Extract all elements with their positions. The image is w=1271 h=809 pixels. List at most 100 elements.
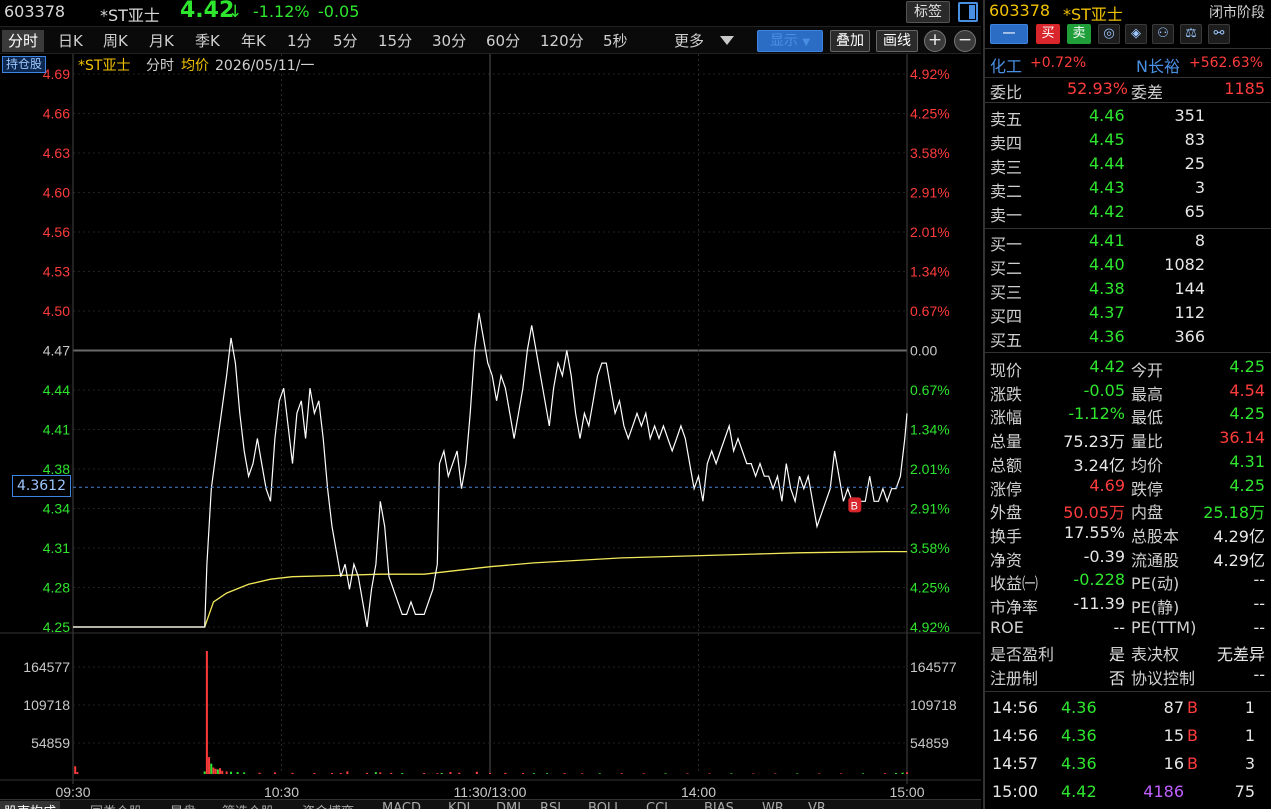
- indicator-tab[interactable]: DMI: [496, 801, 521, 809]
- volume-bar: [390, 772, 393, 774]
- volume-bar: [205, 651, 208, 774]
- volume-bar: [906, 772, 908, 774]
- tab-more[interactable]: 更多: [674, 30, 704, 52]
- display-button[interactable]: 显示 ▼: [757, 30, 823, 52]
- bid-row[interactable]: 买二 4.40 1082: [985, 254, 1271, 278]
- stat-row: 总额 3.24亿 均价 4.31: [985, 451, 1271, 475]
- indicator-tab[interactable]: 同类个股: [90, 801, 142, 809]
- indicator-tab[interactable]: CCI: [646, 801, 668, 809]
- bid-price: 4.41: [1089, 231, 1125, 250]
- sector-index-name[interactable]: 化工: [990, 53, 1022, 77]
- buy-button[interactable]: 买: [1036, 24, 1060, 44]
- indicator-tab[interactable]: WR: [762, 801, 784, 809]
- more-dropdown-icon[interactable]: [720, 36, 734, 45]
- cursor-price-tag: 4.3612: [12, 475, 71, 497]
- stat-label: PE(静): [1131, 598, 1180, 617]
- connect-icon[interactable]: ⚯: [1208, 24, 1230, 44]
- tab-intraday[interactable]: 分时: [2, 30, 45, 52]
- tick-row[interactable]: 15:00 4.42 4186 75: [985, 781, 1271, 803]
- stat-row: 外盘 50.05万 内盘 25.18万: [985, 498, 1271, 523]
- indicator-tab[interactable]: KDJ: [448, 801, 470, 809]
- volume-bar: [730, 773, 733, 774]
- stat-row: 总量 75.23万 量比 36.14: [985, 427, 1271, 451]
- zoom-in-button[interactable]: +: [924, 30, 946, 52]
- bid-row[interactable]: 买四 4.37 112: [985, 302, 1271, 326]
- related-stock-name[interactable]: N长裕: [1136, 53, 1180, 77]
- draw-line-button[interactable]: 画线: [876, 30, 918, 52]
- sector-index-pct: +0.72%: [1030, 55, 1087, 71]
- volume-bar: [221, 770, 224, 774]
- intraday-chart[interactable]: 4.69 4.92% 4.66 4.25% 4.63 3.58% 4.60 2.91% 4.56…: [0, 54, 981, 809]
- price-tick-label: 4.60: [43, 185, 70, 201]
- stat-value: 25.18万: [1203, 503, 1265, 523]
- bid-label: 买四: [990, 307, 1023, 326]
- indicator-tab[interactable]: VR: [808, 801, 826, 809]
- stat-value: --: [1253, 665, 1265, 685]
- indicator-tab[interactable]: 筛选个股: [222, 801, 274, 809]
- ask-volume: 83: [1184, 130, 1205, 149]
- bid-row[interactable]: 买一 4.41 8: [985, 230, 1271, 254]
- sell-button[interactable]: 卖: [1067, 24, 1091, 44]
- holding-badge[interactable]: 持仓股: [2, 56, 47, 73]
- chart-canvas: 4.69 4.92% 4.66 4.25% 4.63 3.58% 4.60 2.91% 4.56…: [0, 54, 981, 799]
- pct-tick-label: 2.01%: [910, 224, 950, 240]
- volume-bar: [379, 772, 382, 774]
- stat-value: 无差异: [1216, 645, 1265, 665]
- collapse-button[interactable]: 一: [990, 24, 1028, 44]
- tick-row[interactable]: 14:57 4.36 16 B 3: [985, 753, 1271, 775]
- volume-tick-label: 164577: [910, 659, 957, 675]
- tab-30min[interactable]: 30分: [432, 30, 466, 52]
- target-icon[interactable]: ◎: [1098, 24, 1120, 44]
- tab-daily-k[interactable]: 日K: [58, 30, 83, 52]
- indicator-tab[interactable]: BIAS: [704, 801, 734, 809]
- volume-bar: [225, 771, 228, 774]
- zoom-out-button[interactable]: −: [954, 30, 976, 52]
- panel-toggle-icon[interactable]: [958, 2, 978, 22]
- tag-button[interactable]: 标签: [906, 1, 950, 23]
- ask-volume: 351: [1174, 106, 1205, 125]
- quote-header: 603378 *ST亚士 闭市阶段: [985, 0, 1271, 24]
- bid-row[interactable]: 买三 4.38 144: [985, 278, 1271, 302]
- stat-label: 现价: [990, 361, 1023, 380]
- indicator-tab[interactable]: 早盘: [170, 801, 196, 809]
- tick-row[interactable]: 14:56 4.36 15 B 1: [985, 725, 1271, 747]
- change-percent: -1.12%: [253, 2, 310, 21]
- tab-weekly-k[interactable]: 周K: [103, 30, 128, 52]
- volume-bar: [686, 773, 689, 774]
- volume-bar: [532, 773, 535, 774]
- compass-icon[interactable]: ◈: [1125, 24, 1147, 44]
- tab-5sec[interactable]: 5秒: [603, 30, 628, 52]
- tick-row[interactable]: 14:56 4.36 87 B 1: [985, 697, 1271, 719]
- tab-yearly-k[interactable]: 年K: [241, 30, 266, 52]
- people-icon[interactable]: ⚇: [1152, 24, 1174, 44]
- tab-120min[interactable]: 120分: [540, 30, 584, 52]
- chevron-down-icon: ▼: [802, 37, 811, 48]
- overlay-button[interactable]: 叠加: [830, 30, 870, 52]
- ask-row[interactable]: 卖四 4.45 83: [985, 129, 1271, 153]
- ask-row[interactable]: 卖一 4.42 65: [985, 201, 1271, 225]
- volume-bar: [436, 773, 439, 774]
- tab-60min[interactable]: 60分: [486, 30, 520, 52]
- volume-bar: [330, 773, 333, 774]
- indicator-tab[interactable]: 股東构成: [0, 801, 61, 809]
- volume-bar: [313, 772, 316, 774]
- ask-row[interactable]: 卖二 4.43 3: [985, 177, 1271, 201]
- volume-bar: [230, 771, 233, 774]
- balance-icon[interactable]: ⚖: [1180, 24, 1202, 44]
- bid-row[interactable]: 买五 4.36 366: [985, 326, 1271, 350]
- tab-quarterly-k[interactable]: 季K: [195, 30, 220, 52]
- volume-bar: [258, 772, 261, 774]
- ask-row[interactable]: 卖三 4.44 25: [985, 153, 1271, 177]
- tab-15min[interactable]: 15分: [378, 30, 412, 52]
- indicator-tab[interactable]: BOLL: [588, 801, 621, 809]
- indicator-tab[interactable]: 资金博弈: [302, 801, 354, 809]
- indicator-tab[interactable]: MACD: [382, 801, 421, 809]
- volume-bar: [214, 768, 217, 774]
- ask-row[interactable]: 卖五 4.46 351: [985, 105, 1271, 129]
- indicator-tab[interactable]: RSI: [540, 801, 561, 809]
- tab-5min[interactable]: 5分: [333, 30, 358, 52]
- tab-1min[interactable]: 1分: [287, 30, 312, 52]
- related-stock-pct: +562.63%: [1189, 55, 1264, 71]
- tab-monthly-k[interactable]: 月K: [149, 30, 174, 52]
- market-status: 闭市阶段: [1209, 5, 1265, 21]
